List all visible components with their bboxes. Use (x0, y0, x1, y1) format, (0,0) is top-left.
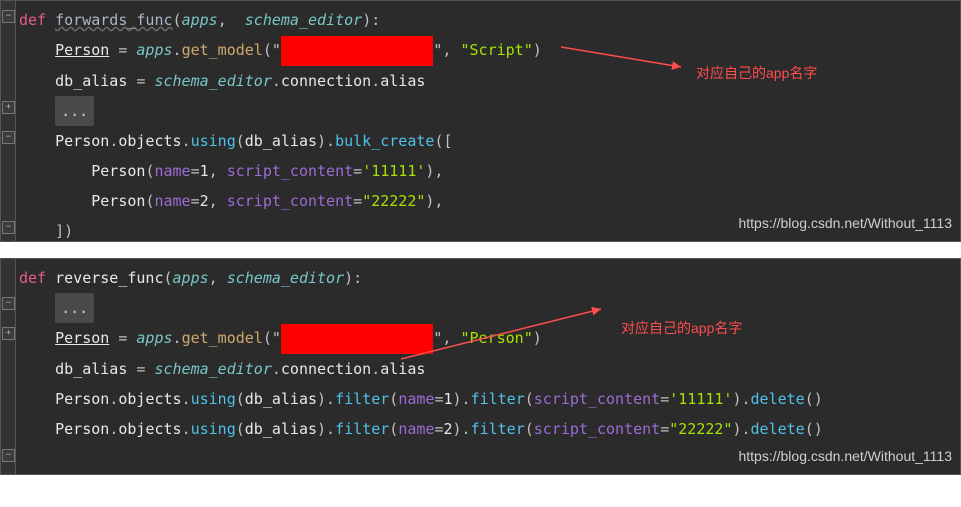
annotation-text: 对应自己的app名字 (696, 59, 817, 87)
fold-minus-icon[interactable]: − (2, 131, 15, 144)
code-reverse: def reverse_func(apps, schema_editor): .… (1, 259, 960, 448)
param-schema-editor: schema_editor (227, 269, 344, 287)
code-block-reverse: − + − def reverse_func(apps, schema_edit… (0, 258, 961, 475)
code-forwards: def forwards_func(apps, schema_editor): … (1, 1, 960, 242)
ref-schema-editor: schema_editor (154, 72, 271, 90)
var-db-alias: db_alias (55, 360, 127, 378)
gutter: − + − − (1, 1, 16, 241)
string-person: "Person" (461, 329, 533, 347)
function-name: forwards_func (55, 11, 172, 29)
fold-plus-icon[interactable]: + (2, 327, 15, 340)
var-db-alias: db_alias (55, 72, 127, 90)
fold-plus-icon[interactable]: + (2, 101, 15, 114)
gutter: − + − (1, 259, 16, 474)
method-delete: delete (751, 390, 805, 408)
ellipsis-fold[interactable]: ... (55, 293, 94, 323)
keyword-def: def (19, 269, 46, 287)
ellipsis-fold[interactable]: ... (55, 96, 94, 126)
code-block-forwards: − + − − def forwards_func(apps, schema_e… (0, 0, 961, 242)
string-11111: '11111' (362, 162, 425, 180)
string-script: "Script" (461, 41, 533, 59)
ref-apps: apps (136, 41, 172, 59)
var-person: Person (55, 41, 109, 59)
method-filter: filter (335, 390, 389, 408)
method-bulk-create: bulk_create (335, 132, 434, 150)
method-using: using (191, 132, 236, 150)
fold-minus-icon[interactable]: − (2, 221, 15, 234)
watermark: https://blog.csdn.net/Without_1113 (738, 442, 952, 470)
function-name: reverse_func (55, 269, 163, 287)
redacted-app-name: XXXXXXXXXXXXXXXX (281, 36, 434, 66)
method-get-model: get_model (182, 41, 263, 59)
param-apps: apps (173, 269, 209, 287)
string-22222: "22222" (362, 192, 425, 210)
method-get-model: get_model (182, 329, 263, 347)
annotation-text: 对应自己的app名字 (621, 314, 742, 342)
fold-minus-icon[interactable]: − (2, 297, 15, 310)
fold-minus-icon[interactable]: − (2, 10, 15, 23)
watermark: https://blog.csdn.net/Without_1113 (738, 209, 952, 237)
var-person: Person (55, 329, 109, 347)
kwarg-name: name (154, 162, 190, 180)
redacted-app-name: XXXXXXXXXXXXXXXX (281, 324, 434, 354)
fold-minus-icon[interactable]: − (2, 449, 15, 462)
param-schema-editor: schema_editor (245, 11, 362, 29)
keyword-def: def (19, 11, 46, 29)
kwarg-script-content: script_content (227, 162, 353, 180)
param-apps: apps (182, 11, 218, 29)
